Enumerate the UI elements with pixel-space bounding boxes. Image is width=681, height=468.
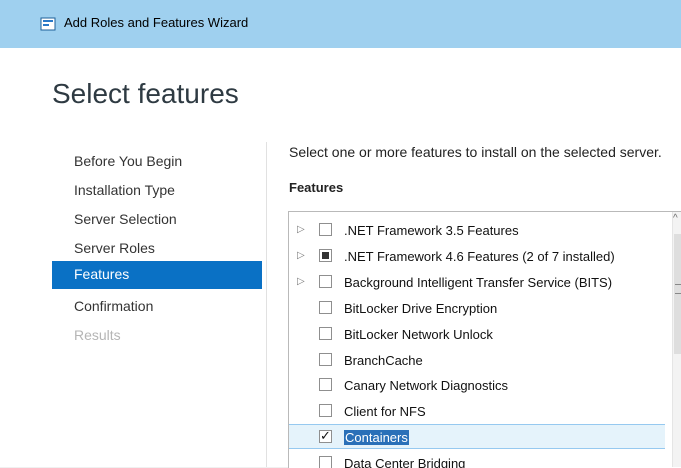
vertical-scrollbar[interactable]: ^ [672,212,681,467]
triangle-right-icon[interactable]: ▷ [297,250,306,262]
feature-row-branchcache[interactable]: BranchCache [289,348,665,373]
grip-icon [675,284,681,294]
feature-row-bitlocker-network[interactable]: BitLocker Network Unlock [289,322,665,347]
feature-checkbox[interactable] [319,456,332,468]
feature-row-dcb[interactable]: Data Center Bridging [289,451,665,468]
nav-item-server-roles[interactable]: Server Roles [52,235,262,263]
server-wizard-icon [40,17,56,31]
feature-checkbox[interactable] [319,428,332,444]
feature-label: BitLocker Network Unlock [344,327,493,342]
feature-checkbox[interactable] [319,353,332,366]
feature-row-nfs[interactable]: Client for NFS [289,399,665,424]
feature-checkbox[interactable] [319,404,332,417]
features-list[interactable]: ▷ .NET Framework 3.5 Features ▷ .NET Fra… [288,211,681,468]
feature-label: Client for NFS [344,404,426,419]
feature-row-net35[interactable]: ▷ .NET Framework 3.5 Features [289,218,665,243]
feature-label: BranchCache [344,353,423,368]
nav-item-results: Results [52,322,262,350]
feature-checkbox[interactable] [319,378,332,391]
intro-text: Select one or more features to install o… [289,144,662,160]
feature-checkbox[interactable] [319,301,332,314]
nav-item-label: Results [74,327,121,343]
triangle-right-icon[interactable]: ▷ [297,224,306,236]
window-title: Add Roles and Features Wizard [64,15,249,30]
nav-item-label: Before You Begin [74,153,183,169]
feature-label: .NET Framework 4.6 Features (2 of 7 inst… [344,249,615,264]
nav-item-label: Confirmation [74,298,154,314]
triangle-right-icon[interactable]: ▷ [297,276,306,288]
feature-row-containers[interactable]: Containers [289,424,665,449]
feature-label: BitLocker Drive Encryption [344,301,498,316]
nav-item-before-you-begin[interactable]: Before You Begin [52,148,262,176]
nav-item-features[interactable]: Features [52,261,262,289]
feature-checkbox[interactable] [319,275,332,288]
feature-checkbox[interactable] [319,249,332,262]
feature-row-net46[interactable]: ▷ .NET Framework 4.6 Features (2 of 7 in… [289,244,665,269]
panel-divider [266,142,267,467]
page-title: Select features [52,78,239,109]
nav-item-label: Server Selection [74,211,177,227]
nav-item-label: Installation Type [74,182,175,198]
nav-item-label: Server Roles [74,240,155,256]
scroll-thumb[interactable] [674,234,681,354]
features-heading: Features [289,180,344,195]
title-bar[interactable]: Add Roles and Features Wizard [0,0,681,48]
nav-item-server-selection[interactable]: Server Selection [52,206,262,234]
feature-label: Canary Network Diagnostics [344,378,509,393]
nav-item-label: Features [74,266,130,282]
feature-label: Background Intelligent Transfer Service … [344,275,613,290]
feature-row-bits[interactable]: ▷ Background Intelligent Transfer Servic… [289,270,665,295]
feature-row-bitlocker-drive[interactable]: BitLocker Drive Encryption [289,296,665,321]
feature-row-canary[interactable]: Canary Network Diagnostics [289,373,665,398]
feature-checkbox[interactable] [319,223,332,236]
feature-label: Data Center Bridging [344,456,466,468]
nav-item-installation-type[interactable]: Installation Type [52,177,262,205]
chevron-up-icon[interactable]: ^ [673,214,681,224]
feature-label: Containers [344,430,409,445]
nav-item-confirmation[interactable]: Confirmation [52,293,262,321]
feature-checkbox[interactable] [319,327,332,340]
feature-label: .NET Framework 3.5 Features [344,223,519,238]
